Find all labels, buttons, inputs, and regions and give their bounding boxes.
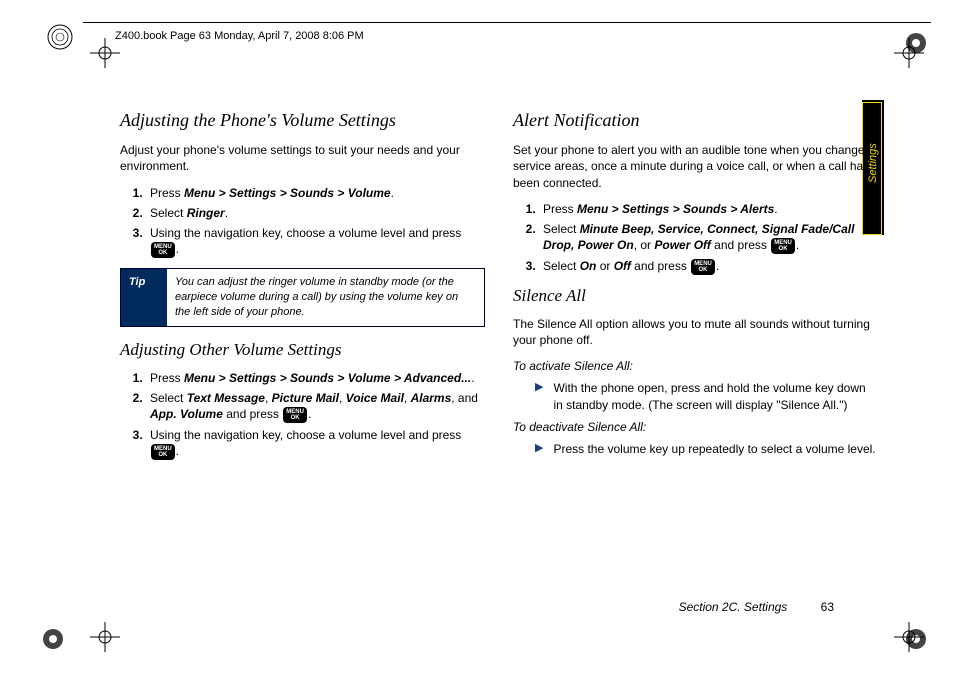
step-3: Select On or Off and press MENUOK. <box>539 258 878 275</box>
step-1: Press Menu > Settings > Sounds > Alerts. <box>539 201 878 217</box>
crop-mark-icon <box>894 38 924 68</box>
menu-ok-icon: MENUOK <box>151 242 175 258</box>
page-number: 63 <box>821 600 834 614</box>
header-rule <box>83 22 931 23</box>
step-1: Press Menu > Settings > Sounds > Volume … <box>146 370 485 386</box>
step-1: Press Menu > Settings > Sounds > Volume. <box>146 185 485 201</box>
subheading-activate: To activate Silence All: <box>513 358 878 374</box>
right-column: Alert Notification Set your phone to ale… <box>513 100 878 464</box>
intro-text-2: The Silence All option allows you to mut… <box>513 316 878 348</box>
page-footer: Section 2C. Settings 63 <box>679 600 834 614</box>
heading-alert: Alert Notification <box>513 108 878 132</box>
intro-text: Set your phone to alert you with an audi… <box>513 142 878 191</box>
menu-ok-icon: MENUOK <box>691 259 715 275</box>
page-content: Adjusting the Phone's Volume Settings Ad… <box>120 100 880 464</box>
step-2: Select Minute Beep, Service, Connect, Si… <box>539 221 878 254</box>
footer-section-label: Section 2C. Settings <box>679 600 788 614</box>
intro-text: Adjust your phone's volume settings to s… <box>120 142 485 174</box>
left-column: Adjusting the Phone's Volume Settings Ad… <box>120 100 485 464</box>
bullet-item: ▶ Press the volume key up repeatedly to … <box>535 441 878 457</box>
crop-mark-icon <box>90 38 120 68</box>
step-2: Select Ringer. <box>146 205 485 221</box>
heading-volume-settings: Adjusting the Phone's Volume Settings <box>120 108 485 132</box>
heading-silence-all: Silence All <box>513 285 878 308</box>
steps-list: Press Menu > Settings > Sounds > Alerts.… <box>513 201 878 275</box>
crop-mark-icon <box>90 622 120 652</box>
crop-mark-icon <box>894 622 924 652</box>
menu-ok-icon: MENUOK <box>771 238 795 254</box>
step-3: Using the navigation key, choose a volum… <box>146 427 485 460</box>
menu-ok-icon: MENUOK <box>151 444 175 460</box>
steps-list-2: Press Menu > Settings > Sounds > Volume … <box>120 370 485 460</box>
heading-other-volume: Adjusting Other Volume Settings <box>120 339 485 362</box>
triangle-bullet-icon: ▶ <box>535 441 543 457</box>
tip-label: Tip <box>121 269 167 326</box>
bullet-item: ▶ With the phone open, press and hold th… <box>535 380 878 412</box>
gear-icon <box>40 626 66 652</box>
step-3: Using the navigation key, choose a volum… <box>146 225 485 258</box>
tip-content: You can adjust the ringer volume in stan… <box>167 269 484 326</box>
running-header: Z400.book Page 63 Monday, April 7, 2008 … <box>115 30 364 42</box>
menu-ok-icon: MENUOK <box>283 407 307 423</box>
subheading-deactivate: To deactivate Silence All: <box>513 419 878 435</box>
tip-box: Tip You can adjust the ringer volume in … <box>120 268 485 327</box>
step-2: Select Text Message, Picture Mail, Voice… <box>146 390 485 423</box>
spiral-binding-icon <box>45 22 75 52</box>
steps-list: Press Menu > Settings > Sounds > Volume.… <box>120 185 485 258</box>
triangle-bullet-icon: ▶ <box>535 380 543 412</box>
